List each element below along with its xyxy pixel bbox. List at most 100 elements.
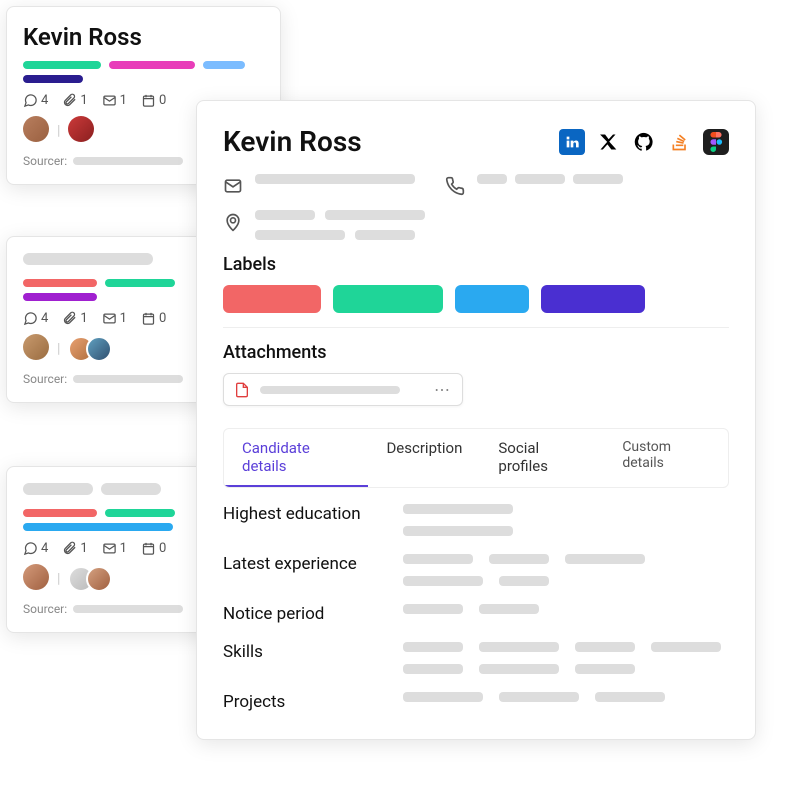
avatar[interactable] bbox=[23, 564, 49, 590]
avatar[interactable] bbox=[23, 334, 49, 360]
avatar-separator: | bbox=[57, 571, 60, 587]
placeholder-bar bbox=[403, 604, 463, 614]
sourcer-label: Sourcer: bbox=[23, 154, 67, 168]
avatar[interactable] bbox=[86, 566, 112, 592]
attachment-stat: 1 bbox=[62, 93, 87, 108]
divider bbox=[223, 327, 729, 328]
detail-label: Latest experience bbox=[223, 554, 403, 574]
label-pill[interactable] bbox=[541, 285, 645, 313]
label-pills bbox=[223, 285, 729, 313]
x-icon[interactable] bbox=[595, 129, 621, 155]
placeholder-bar bbox=[255, 230, 345, 240]
paperclip-icon bbox=[62, 541, 77, 556]
placeholder-bar bbox=[515, 174, 565, 184]
detail-content bbox=[403, 692, 729, 702]
tab-candidate-details[interactable]: Candidate details bbox=[224, 429, 368, 487]
placeholder-bar bbox=[489, 554, 549, 564]
schedule-stat: 0 bbox=[141, 541, 166, 556]
placeholder-bar bbox=[479, 664, 559, 674]
location-row bbox=[223, 210, 729, 240]
placeholder-bar bbox=[403, 554, 473, 564]
mail-icon bbox=[102, 93, 117, 108]
placeholder-bar bbox=[260, 386, 400, 394]
candidate-name: Kevin Ross bbox=[23, 23, 264, 51]
tab-custom-details[interactable]: Custom details bbox=[604, 429, 728, 487]
tag-pill bbox=[23, 61, 101, 69]
placeholder-bar bbox=[595, 692, 665, 702]
linkedin-icon[interactable] bbox=[559, 129, 585, 155]
detail-content bbox=[403, 554, 729, 586]
sourcer-label: Sourcer: bbox=[23, 372, 67, 386]
placeholder-bar bbox=[565, 554, 645, 564]
comments-stat: 4 bbox=[23, 541, 48, 556]
attachment-stat: 1 bbox=[62, 311, 87, 326]
detail-row: Projects bbox=[223, 692, 729, 712]
avatar-separator: | bbox=[57, 341, 60, 357]
placeholder-bar bbox=[403, 664, 463, 674]
message-stat: 1 bbox=[102, 93, 127, 108]
stackoverflow-icon[interactable] bbox=[667, 129, 693, 155]
schedule-stat: 0 bbox=[141, 311, 166, 326]
placeholder-bar bbox=[101, 483, 161, 495]
placeholder-bar bbox=[499, 692, 579, 702]
placeholder-bar bbox=[479, 604, 539, 614]
tag-pill bbox=[23, 279, 97, 287]
avatar[interactable] bbox=[86, 336, 112, 362]
tag-row bbox=[23, 75, 264, 83]
placeholder-bar bbox=[355, 230, 415, 240]
comments-stat: 4 bbox=[23, 93, 48, 108]
placeholder-bar bbox=[575, 642, 635, 652]
placeholder-bar bbox=[403, 692, 483, 702]
tag-pill bbox=[105, 509, 175, 517]
detail-label: Highest education bbox=[223, 504, 403, 524]
detail-label: Skills bbox=[223, 642, 403, 662]
avatar[interactable] bbox=[23, 116, 49, 142]
placeholder-bar bbox=[403, 526, 513, 536]
label-pill[interactable] bbox=[333, 285, 443, 313]
schedule-stat: 0 bbox=[141, 93, 166, 108]
tag-row bbox=[23, 61, 264, 69]
placeholder-bar bbox=[477, 174, 507, 184]
placeholder-bar bbox=[255, 174, 415, 184]
attachment-stat: 1 bbox=[62, 541, 87, 556]
tab-description[interactable]: Description bbox=[368, 429, 480, 487]
tag-pill bbox=[23, 509, 97, 517]
labels-heading: Labels bbox=[223, 254, 729, 275]
placeholder-bar bbox=[255, 210, 315, 220]
tabs: Candidate detailsDescriptionSocial profi… bbox=[223, 428, 729, 488]
placeholder-bar bbox=[23, 483, 93, 495]
figma-icon[interactable] bbox=[703, 129, 729, 155]
calendar-icon bbox=[141, 311, 156, 326]
contact-row bbox=[223, 174, 729, 206]
placeholder-bar bbox=[73, 157, 183, 165]
comment-icon bbox=[23, 541, 38, 556]
avatar[interactable] bbox=[68, 116, 94, 142]
placeholder-bar bbox=[403, 504, 513, 514]
paperclip-icon bbox=[62, 93, 77, 108]
location-icon bbox=[223, 212, 243, 232]
label-pill[interactable] bbox=[455, 285, 529, 313]
detail-label: Notice period bbox=[223, 604, 403, 624]
comments-stat: 4 bbox=[23, 311, 48, 326]
github-icon[interactable] bbox=[631, 129, 657, 155]
attachment-item[interactable]: ⋯ bbox=[223, 373, 463, 406]
phone-icon bbox=[445, 176, 465, 196]
mail-icon bbox=[102, 541, 117, 556]
tab-social-profiles[interactable]: Social profiles bbox=[480, 429, 604, 487]
placeholder-bar bbox=[499, 576, 549, 586]
comment-icon bbox=[23, 93, 38, 108]
attachment-menu-button[interactable]: ⋯ bbox=[434, 380, 452, 399]
calendar-icon bbox=[141, 93, 156, 108]
detail-label: Projects bbox=[223, 692, 403, 712]
message-stat: 1 bbox=[102, 311, 127, 326]
placeholder-bar bbox=[479, 642, 559, 652]
tag-pill bbox=[23, 293, 97, 301]
tag-pill bbox=[105, 279, 175, 287]
label-pill[interactable] bbox=[223, 285, 321, 313]
paperclip-icon bbox=[62, 311, 77, 326]
detail-content bbox=[403, 604, 729, 614]
detail-content bbox=[403, 642, 729, 674]
tag-pill bbox=[23, 523, 173, 531]
comment-icon bbox=[23, 311, 38, 326]
message-stat: 1 bbox=[102, 541, 127, 556]
